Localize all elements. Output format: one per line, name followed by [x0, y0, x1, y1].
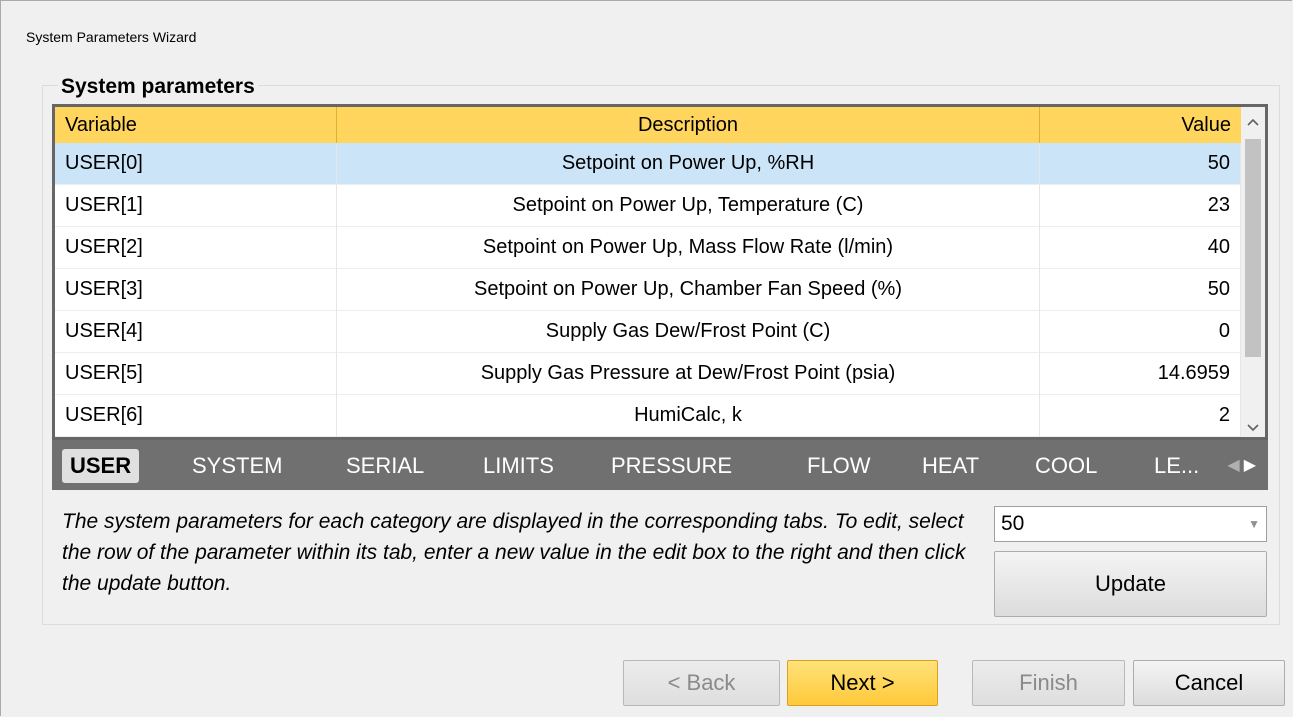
table-row[interactable]: USER[4] Supply Gas Dew/Frost Point (C) 0 [55, 311, 1241, 353]
value-edit-text[interactable]: 50 [1001, 507, 1024, 541]
cell-description: Supply Gas Pressure at Dew/Frost Point (… [337, 353, 1040, 395]
tab-flow[interactable]: FLOW [807, 449, 871, 483]
tab-heat[interactable]: HEAT [922, 449, 979, 483]
cell-description: Supply Gas Dew/Frost Point (C) [337, 311, 1040, 353]
cell-value: 40 [1040, 227, 1241, 269]
parameters-grid[interactable]: Variable Description Value USER[0] Setpo… [52, 104, 1268, 440]
tab-pressure[interactable]: PRESSURE [611, 449, 732, 483]
table-row[interactable]: USER[3] Setpoint on Power Up, Chamber Fa… [55, 269, 1241, 311]
tab-serial[interactable]: SERIAL [346, 449, 424, 483]
cell-description: Setpoint on Power Up, Temperature (C) [337, 185, 1040, 227]
column-header-variable[interactable]: Variable [55, 107, 337, 143]
triangle-right-icon[interactable]: ▶ [1244, 457, 1260, 474]
cell-description: Setpoint on Power Up, Chamber Fan Speed … [337, 269, 1040, 311]
group-title: System parameters [58, 73, 258, 101]
window-title: System Parameters Wizard [26, 29, 197, 45]
column-header-description[interactable]: Description [337, 107, 1040, 143]
tab-scroll-arrows: ◀▶ [1227, 449, 1260, 483]
chevron-up-icon[interactable] [1241, 113, 1265, 129]
next-button[interactable]: Next > [787, 660, 938, 706]
triangle-left-icon[interactable]: ◀ [1227, 457, 1243, 474]
table-row[interactable]: USER[1] Setpoint on Power Up, Temperatur… [55, 185, 1241, 227]
table-row[interactable]: USER[5] Supply Gas Pressure at Dew/Frost… [55, 353, 1241, 395]
chevron-down-icon[interactable] [1241, 419, 1265, 435]
finish-button[interactable]: Finish [972, 660, 1125, 706]
update-button[interactable]: Update [994, 551, 1267, 617]
cell-description: Setpoint on Power Up, Mass Flow Rate (l/… [337, 227, 1040, 269]
tab-system[interactable]: SYSTEM [192, 449, 282, 483]
instructions-text: The system parameters for each category … [62, 510, 966, 595]
tab-user[interactable]: USER [62, 449, 140, 483]
grid-rows: USER[0] Setpoint on Power Up, %RH 50 USE… [55, 143, 1241, 437]
back-button[interactable]: < Back [623, 660, 780, 706]
grid-header: Variable Description Value [55, 107, 1241, 143]
tab-overflow[interactable]: LE... [1154, 449, 1199, 483]
category-tab-strip: USER SYSTEM SERIAL LIMITS PRESSURE FLOW … [52, 440, 1268, 490]
cell-description: HumiCalc, k [337, 395, 1040, 437]
cell-variable: USER[6] [55, 395, 337, 437]
cell-variable: USER[3] [55, 269, 337, 311]
cancel-button[interactable]: Cancel [1133, 660, 1285, 706]
tab-limits[interactable]: LIMITS [483, 449, 554, 483]
table-row[interactable]: USER[2] Setpoint on Power Up, Mass Flow … [55, 227, 1241, 269]
cell-variable: USER[1] [55, 185, 337, 227]
table-row[interactable]: USER[0] Setpoint on Power Up, %RH 50 [55, 143, 1241, 185]
column-header-value[interactable]: Value [1040, 107, 1241, 143]
cell-variable: USER[2] [55, 227, 337, 269]
value-edit-combobox[interactable]: 50 ▼ [994, 506, 1267, 542]
table-row[interactable]: USER[6] HumiCalc, k 2 [55, 395, 1241, 437]
scrollbar-thumb[interactable] [1245, 139, 1261, 357]
cell-value: 0 [1040, 311, 1241, 353]
cell-value: 50 [1040, 269, 1241, 311]
cell-variable: USER[0] [55, 143, 337, 185]
vertical-scrollbar[interactable] [1241, 107, 1265, 437]
dropdown-arrow-icon[interactable]: ▼ [1248, 507, 1260, 541]
cell-variable: USER[5] [55, 353, 337, 395]
cell-value: 2 [1040, 395, 1241, 437]
cell-value: 23 [1040, 185, 1241, 227]
cell-value: 14.6959 [1040, 353, 1241, 395]
cell-variable: USER[4] [55, 311, 337, 353]
cell-description: Setpoint on Power Up, %RH [337, 143, 1040, 185]
cell-value: 50 [1040, 143, 1241, 185]
tab-cool[interactable]: COOL [1035, 449, 1097, 483]
